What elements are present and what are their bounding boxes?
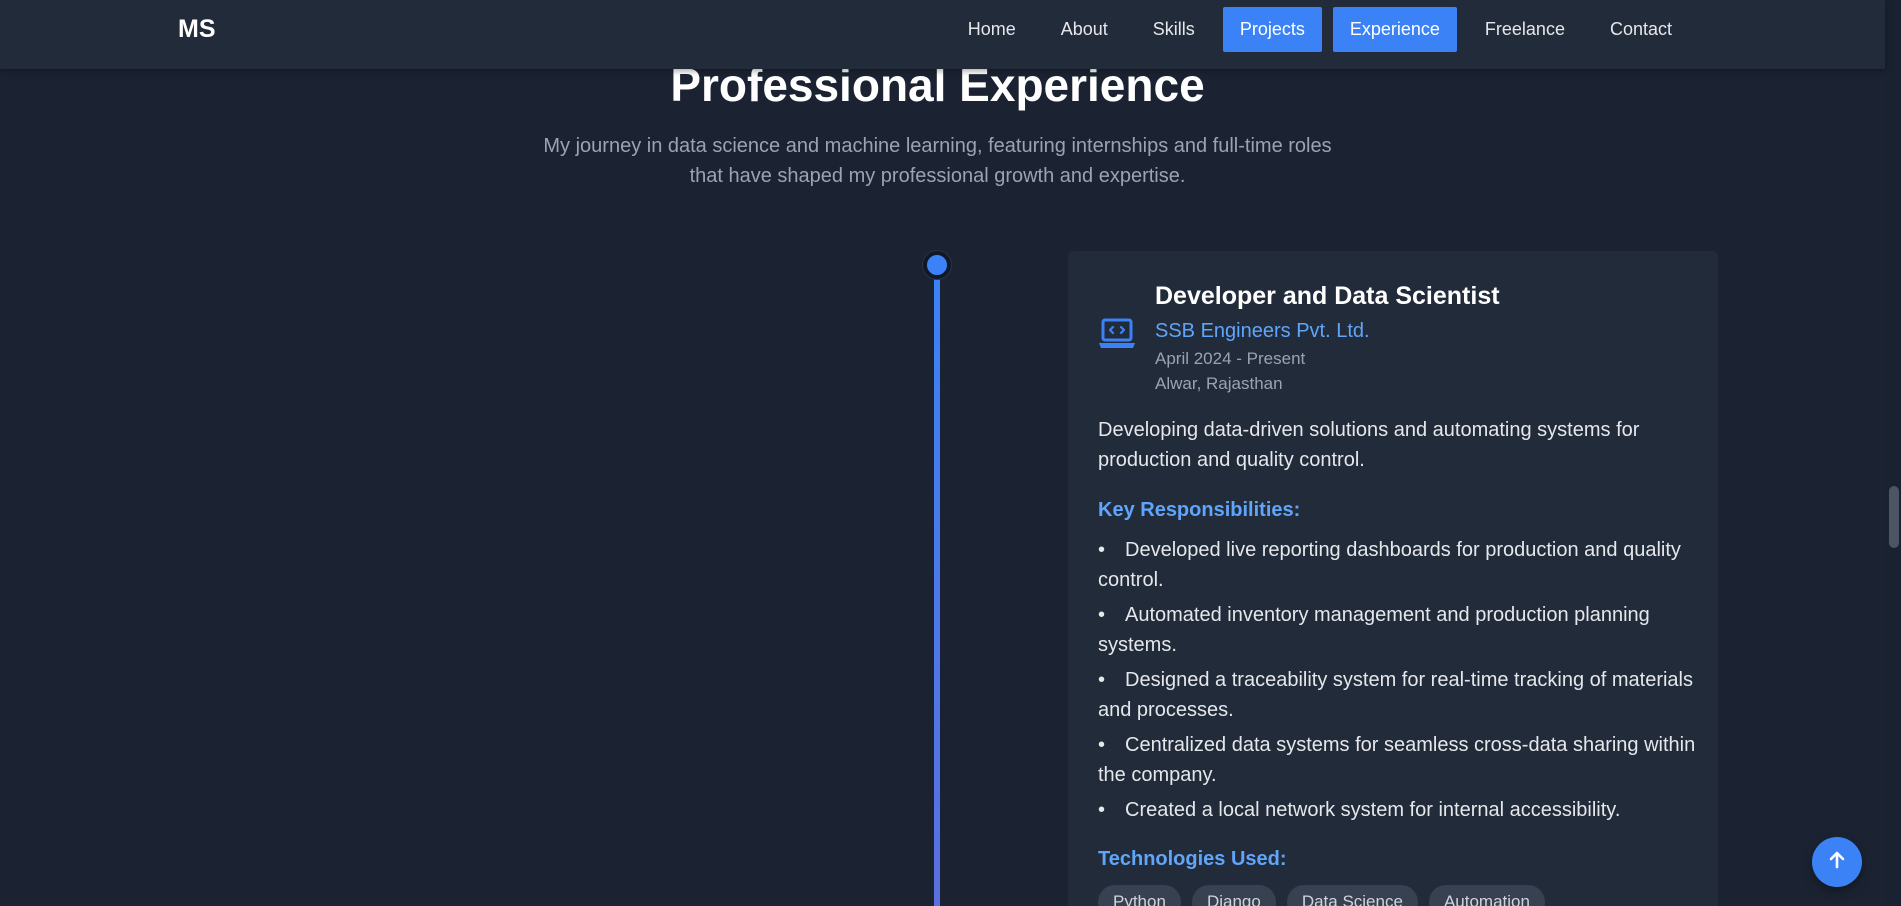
tech-tag: Automation <box>1428 885 1545 906</box>
nav-link-projects[interactable]: Projects <box>1222 7 1322 52</box>
job-period: April 2024 - Present <box>1155 349 1306 368</box>
tech-tag: Data Science <box>1286 885 1418 906</box>
arrow-up-icon <box>1827 850 1847 875</box>
nav-link-about[interactable]: About <box>1044 7 1125 52</box>
tech-tag: Django <box>1191 885 1276 906</box>
nav-link-skills[interactable]: Skills <box>1136 7 1212 52</box>
page: MS Home About Skills Projects Experience… <box>0 0 1901 906</box>
timeline-dot <box>923 251 951 279</box>
nav-link-freelance[interactable]: Freelance <box>1468 7 1582 52</box>
job-title: Developer and Data Scientist <box>1155 282 1500 310</box>
responsibilities-list: • Developed live reporting dashboards for… <box>1098 535 1698 830</box>
tech-tag: Python <box>1098 885 1181 906</box>
experience-card: Developer and Data Scientist SSB Enginee… <box>1068 251 1718 906</box>
technologies-heading: Technologies Used: <box>1098 848 1287 870</box>
nav-link-experience[interactable]: Experience <box>1332 7 1457 52</box>
nav-link-home[interactable]: Home <box>951 7 1033 52</box>
technology-tags: Python Django Data Science Automation <box>1098 885 1545 906</box>
laptop-code-icon <box>1098 317 1136 351</box>
section-subtitle: My journey in data science and machine l… <box>543 135 1332 187</box>
nav-link-contact[interactable]: Contact <box>1593 7 1689 52</box>
nav-links: Home About Skills Projects Experience Fr… <box>951 7 1689 52</box>
responsibility-item: • Designed a traceability system for real… <box>1098 669 1693 721</box>
responsibility-item: • Created a local network system for inte… <box>1098 799 1621 821</box>
timeline-line <box>934 276 940 906</box>
logo[interactable]: MS <box>178 15 216 44</box>
scrollbar-track[interactable] <box>1885 0 1901 906</box>
job-location: Alwar, Rajasthan <box>1155 374 1283 393</box>
responsibility-item: • Automated inventory management and prod… <box>1098 604 1650 656</box>
responsibilities-heading: Key Responsibilities: <box>1098 499 1301 521</box>
scroll-to-top-button[interactable] <box>1812 837 1862 887</box>
company-name: SSB Engineers Pvt. Ltd. <box>1155 320 1370 342</box>
navbar: MS Home About Skills Projects Experience… <box>0 0 1885 69</box>
job-description: Developing data-driven solutions and aut… <box>1098 419 1640 471</box>
responsibility-item: • Developed live reporting dashboards for… <box>1098 539 1681 591</box>
responsibility-item: • Centralized data systems for seamless c… <box>1098 734 1696 786</box>
scrollbar-thumb[interactable] <box>1889 486 1899 548</box>
